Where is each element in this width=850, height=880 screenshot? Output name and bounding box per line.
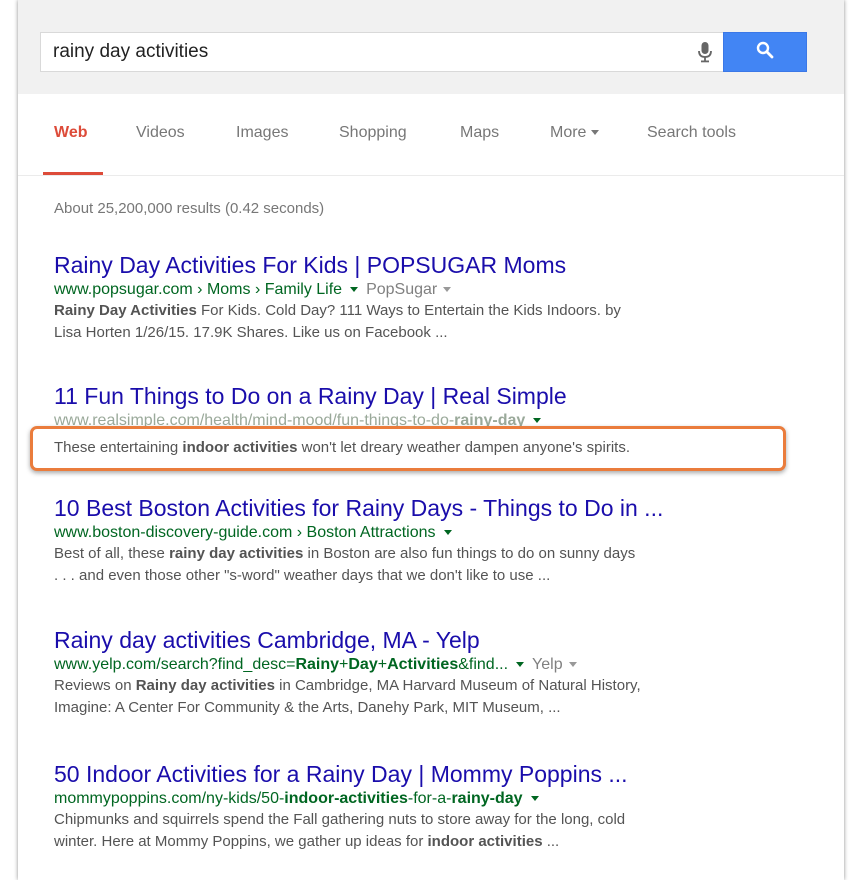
snippet-text: ... xyxy=(542,833,560,850)
result-snippet: These entertaining indoor activities won… xyxy=(54,437,630,459)
result-url-text: -for-a- xyxy=(407,790,452,807)
caret-down-icon[interactable] xyxy=(568,662,577,668)
snippet-bold: Rainy Day Activities xyxy=(54,302,197,319)
search-result: Rainy day activities Cambridge, MA - Yel… xyxy=(54,626,814,719)
result-title[interactable]: Rainy Day Activities For Kids | POPSUGAR… xyxy=(54,251,814,279)
tab-shopping[interactable]: Shopping xyxy=(339,124,407,142)
highlight-annotation: These entertaining indoor activities won… xyxy=(30,426,786,471)
snippet-bold: Rainy day activities xyxy=(135,677,275,694)
chevron-down-icon xyxy=(591,130,600,136)
result-url-text: &find... xyxy=(458,656,509,673)
result-url-bold: indoor-activities xyxy=(284,790,408,807)
snippet-text: Best of all, these xyxy=(54,545,170,562)
result-snippet: Reviews on Rainy day activities in Cambr… xyxy=(54,675,814,697)
result-url-text: www.yelp.com/search?find_desc= xyxy=(54,656,296,673)
microphone-icon[interactable] xyxy=(697,41,713,63)
search-header xyxy=(18,0,844,94)
result-url-text: + xyxy=(377,656,388,673)
caret-down-icon[interactable] xyxy=(516,662,525,668)
result-url-bold: Rainy xyxy=(295,656,340,673)
result-snippet: Chipmunks and squirrels spend the Fall g… xyxy=(54,811,626,828)
caret-down-icon[interactable] xyxy=(350,287,359,293)
caret-down-icon[interactable] xyxy=(443,287,452,293)
result-url-text: mommypoppins.com/ny-kids/50- xyxy=(54,790,285,807)
snippet-bold: rainy day activities xyxy=(169,545,304,562)
search-input[interactable] xyxy=(41,33,661,71)
tab-more-label: More xyxy=(550,124,587,141)
caret-down-icon[interactable] xyxy=(530,796,539,802)
snippet-text: in Cambridge, MA Harvard Museum of Natur… xyxy=(274,677,641,694)
tab-maps[interactable]: Maps xyxy=(460,124,499,142)
result-source[interactable]: PopSugar xyxy=(366,281,437,298)
snippet-text: These entertaining xyxy=(54,439,183,456)
caret-down-icon[interactable] xyxy=(533,418,542,424)
tab-web[interactable]: Web xyxy=(54,124,87,142)
search-tabs: Web Videos Images Shopping Maps More Sea… xyxy=(18,94,844,176)
search-button[interactable] xyxy=(723,32,807,72)
result-url-text: www.popsugar.com › Moms › Family Life xyxy=(54,281,343,298)
result-url-bold: Day xyxy=(348,656,378,673)
snippet-bold: indoor activities xyxy=(427,833,543,850)
result-url-text: + xyxy=(339,656,349,673)
caret-down-icon[interactable] xyxy=(443,530,452,536)
result-url-bold: Activities xyxy=(387,656,459,673)
result-url: mommypoppins.com/ny-kids/50-indoor-activ… xyxy=(54,788,814,809)
snippet-text: Reviews on xyxy=(54,677,136,694)
result-url-text: www.boston-discovery-guide.com › Boston … xyxy=(54,524,436,541)
result-url: www.popsugar.com › Moms › Family Life Pop… xyxy=(54,279,814,300)
result-snippet: winter. Here at Mommy Poppins, we gather… xyxy=(54,831,814,853)
result-title[interactable]: 10 Best Boston Activities for Rainy Days… xyxy=(54,494,814,522)
active-tab-indicator xyxy=(43,172,103,175)
result-snippet: Lisa Horten 1/26/15. 17.9K Shares. Like … xyxy=(54,324,448,341)
result-snippet: Rainy Day Activities For Kids. Cold Day?… xyxy=(54,300,814,322)
search-result: 11 Fun Things to Do on a Rainy Day | Rea… xyxy=(54,382,814,431)
search-result: 50 Indoor Activities for a Rainy Day | M… xyxy=(54,760,814,853)
tab-more[interactable]: More xyxy=(550,124,600,142)
search-result: Rainy Day Activities For Kids | POPSUGAR… xyxy=(54,251,814,344)
snippet-text: winter. Here at Mommy Poppins, we gather… xyxy=(54,833,428,850)
result-snippet: . . . and even those other "s-word" weat… xyxy=(54,567,551,584)
result-stats: About 25,200,000 results (0.42 seconds) xyxy=(54,200,325,217)
search-box[interactable] xyxy=(40,32,726,72)
snippet-text: won't let dreary weather dampen anyone's… xyxy=(297,439,631,456)
tab-images[interactable]: Images xyxy=(236,124,288,142)
snippet-text: For Kids. Cold Day? 111 Ways to Entertai… xyxy=(196,302,621,319)
tab-search-tools[interactable]: Search tools xyxy=(647,124,736,142)
snippet-text: in Boston are also fun things to do on s… xyxy=(303,545,636,562)
tab-videos[interactable]: Videos xyxy=(136,124,185,142)
magnifier-icon xyxy=(756,41,774,64)
result-title[interactable]: 11 Fun Things to Do on a Rainy Day | Rea… xyxy=(54,382,814,410)
browser-frame: Web Videos Images Shopping Maps More Sea… xyxy=(18,0,844,880)
snippet-bold: indoor activities xyxy=(182,439,298,456)
result-snippet: Best of all, these rainy day activities … xyxy=(54,543,814,565)
result-url: www.boston-discovery-guide.com › Boston … xyxy=(54,522,814,543)
search-result: 10 Best Boston Activities for Rainy Days… xyxy=(54,494,814,587)
result-url-bold: rainy-day xyxy=(451,790,523,807)
result-source[interactable]: Yelp xyxy=(532,656,563,673)
result-url: www.yelp.com/search?find_desc=Rainy+Day+… xyxy=(54,654,814,675)
result-snippet: Imagine: A Center For Community & the Ar… xyxy=(54,699,561,716)
result-title[interactable]: Rainy day activities Cambridge, MA - Yel… xyxy=(54,626,814,654)
result-title[interactable]: 50 Indoor Activities for a Rainy Day | M… xyxy=(54,760,814,788)
